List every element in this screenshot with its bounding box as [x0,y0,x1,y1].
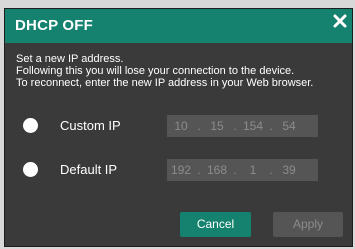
ip-separator: . [197,163,201,177]
ip-octet: 15 [210,119,224,133]
dialog-message: Set a new IP address. Following this you… [16,53,313,89]
dhcp-off-dialog: DHCP OFF Set a new IP address. Following… [4,8,353,247]
default-ip-label: Default IP [60,162,118,177]
ip-separator: . [233,119,237,133]
default-ip-field[interactable]: 192 . 168 . 1 . 39 [167,159,318,181]
message-line: Following this you will lose your connec… [16,65,295,77]
message-line: To reconnect, enter the new IP address i… [16,77,314,89]
cancel-button[interactable]: Cancel [180,212,251,237]
custom-ip-field[interactable]: 10 . 15 . 154 . 54 [167,115,318,137]
ip-octet: 39 [282,163,296,177]
custom-ip-label: Custom IP [60,118,121,133]
ip-octet: 54 [282,119,296,133]
message-line: Set a new IP address. [16,53,124,65]
ip-octet: 10 [174,119,188,133]
ip-separator: . [197,119,201,133]
ip-octet: 1 [249,163,257,177]
ip-separator: . [269,163,273,177]
default-ip-radio[interactable] [23,162,38,177]
apply-button[interactable]: Apply [273,212,343,237]
close-icon[interactable] [332,13,348,29]
ip-octet: 154 [242,119,264,133]
ip-octet: 168 [206,163,228,177]
ip-octet: 192 [170,163,192,177]
default-ip-option: Default IP 192 . 168 . 1 . 39 [5,159,352,181]
dialog-header: DHCP OFF [5,9,352,43]
ip-separator: . [269,119,273,133]
dialog-title: DHCP OFF [15,17,93,34]
custom-ip-radio[interactable] [23,118,38,133]
ip-separator: . [233,163,237,177]
custom-ip-option: Custom IP 10 . 15 . 154 . 54 [5,115,352,137]
